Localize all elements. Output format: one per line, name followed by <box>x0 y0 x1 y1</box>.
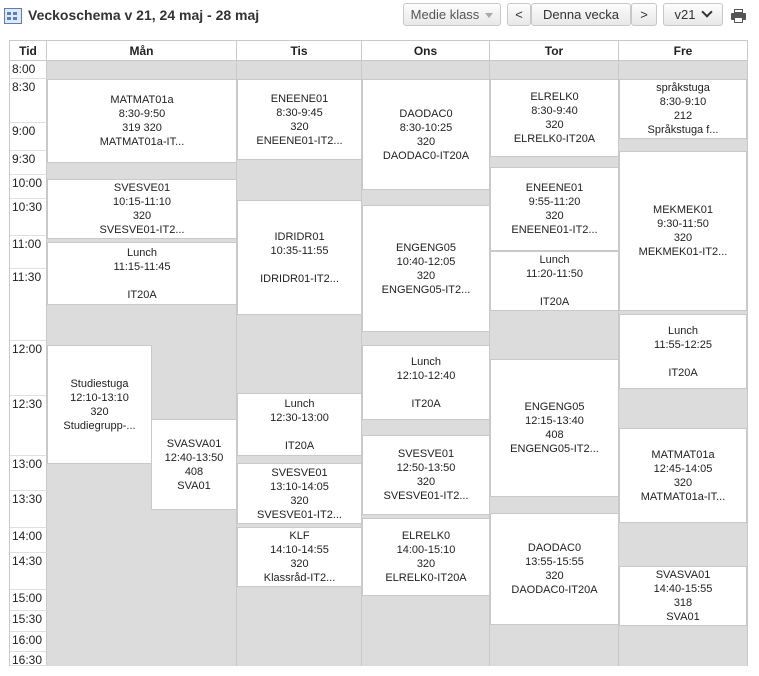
lesson-block[interactable]: Studiestuga 12:10-13:10 320 Studiegrupp-... <box>47 345 152 464</box>
time-label: 13:00 <box>10 456 47 491</box>
lesson-block[interactable]: ENGENG05 10:40-12:05 320 ENGENG05-IT2... <box>362 205 490 332</box>
lesson-block[interactable]: ENEENE01 9:55-11:20 320 ENEENE01-IT2... <box>490 167 619 251</box>
time-label: 16:00 <box>10 632 47 652</box>
time-label: 16:30 <box>10 652 47 667</box>
time-label: 14:00 <box>10 528 47 553</box>
page-title: Veckoschema v 21, 24 maj - 28 maj <box>28 7 260 23</box>
time-label: 12:30 <box>10 396 47 456</box>
class-select[interactable]: Medie klass <box>403 3 501 26</box>
lesson-block[interactable]: MATMAT01a 12:45-14:05 320 MATMAT01a-IT... <box>619 428 747 523</box>
lesson-block[interactable]: KLF 14:10-14:55 320 Klassråd-IT2... <box>237 527 362 587</box>
lesson-block[interactable]: språkstuga 8:30-9:10 212 Språkstuga f... <box>619 79 747 139</box>
time-label: 13:30 <box>10 491 47 528</box>
lesson-block[interactable]: Lunch 12:30-13:00 IT20A <box>237 393 362 456</box>
lesson-block[interactable]: DAODAC0 8:30-10:25 320 DAODAC0-IT20A <box>362 79 490 190</box>
lesson-block[interactable]: MEKMEK01 9:30-11:50 320 MEKMEK01-IT2... <box>619 151 747 311</box>
lesson-block[interactable]: ELRELK0 14:00-15:10 320 ELRELK0-IT20A <box>362 518 490 596</box>
day-column-tue: ENEENE01 8:30-9:45 320 ENEENE01-IT2... IDRI… <box>237 61 362 666</box>
time-label: 15:00 <box>10 590 47 611</box>
week-select[interactable]: v21 <box>663 3 723 26</box>
schedule-grid: Tid Mån Tis Ons Tor Fre 8:00 8:30 9:00 9:30… <box>9 40 748 667</box>
lesson-block[interactable]: ENGENG05 12:15-13:40 408 ENGENG05-IT2... <box>490 359 619 497</box>
time-label: 11:30 <box>10 269 47 341</box>
lesson-block[interactable]: DAODAC0 13:55-15:55 320 DAODAC0-IT20A <box>490 513 619 625</box>
time-label: 15:30 <box>10 611 47 632</box>
time-label: 12:00 <box>10 341 47 396</box>
print-icon[interactable] <box>731 9 746 23</box>
lesson-block[interactable]: Lunch 11:55-12:25 IT20A <box>619 314 747 389</box>
day-column-wed: DAODAC0 8:30-10:25 320 DAODAC0-IT20A ENGENG… <box>362 61 490 666</box>
week-select-label: v21 <box>674 7 696 22</box>
lesson-block[interactable]: Lunch 11:15-11:45 IT20A <box>47 242 237 305</box>
chevron-down-icon <box>701 6 714 18</box>
time-label: 10:00 <box>10 175 47 199</box>
lesson-block[interactable]: MATMAT01a 8:30-9:50 319 320 MATMAT01a-IT... <box>47 79 237 163</box>
class-select-label: Medie klass <box>410 7 480 22</box>
lesson-block[interactable]: ELRELK0 8:30-9:40 320 ELRELK0-IT20A <box>490 79 619 157</box>
lesson-block[interactable]: Lunch 11:20-11:50 IT20A <box>490 251 619 311</box>
day-column-mon: MATMAT01a 8:30-9:50 319 320 MATMAT01a-IT...… <box>47 61 237 666</box>
day-column-fri: språkstuga 8:30-9:10 212 Språkstuga f... ME… <box>619 61 747 666</box>
lesson-block[interactable]: SVASVA01 12:40-13:50 408 SVA01 <box>151 419 237 510</box>
column-header-fri: Fre <box>619 41 747 61</box>
lesson-block[interactable]: SVESVE01 12:50-13:50 320 SVESVE01-IT2... <box>362 435 490 515</box>
lesson-block[interactable]: SVESVE01 10:15-11:10 320 SVESVE01-IT2... <box>47 179 237 239</box>
calendar-icon <box>4 8 22 24</box>
time-label: 11:00 <box>10 236 47 269</box>
lesson-block[interactable]: SVASVA01 14:40-15:55 318 SVA01 <box>619 566 747 626</box>
toolbar: Veckoschema v 21, 24 maj - 28 maj Medie … <box>0 0 759 34</box>
lesson-block[interactable]: SVESVE01 13:10-14:05 320 SVESVE01-IT2... <box>237 463 362 524</box>
time-label: 14:30 <box>10 553 47 590</box>
column-header-time: Tid <box>10 41 47 61</box>
column-header-thu: Tor <box>490 41 619 61</box>
lesson-block[interactable]: IDRIDR01 10:35-11:55 IDRIDR01-IT2... <box>237 200 362 315</box>
prev-week-button[interactable]: < <box>507 3 531 26</box>
chevron-down-icon <box>485 13 494 19</box>
current-week-button[interactable]: Denna vecka <box>531 3 631 26</box>
time-label: 8:30 <box>10 79 47 123</box>
time-label: 8:00 <box>10 61 47 79</box>
time-label: 9:00 <box>10 123 47 151</box>
column-header-tue: Tis <box>237 41 362 61</box>
day-column-thu: ELRELK0 8:30-9:40 320 ELRELK0-IT20A ENEENE0… <box>490 61 619 666</box>
column-header-wed: Ons <box>362 41 490 61</box>
lesson-block[interactable]: ENEENE01 8:30-9:45 320 ENEENE01-IT2... <box>237 79 362 160</box>
next-week-button[interactable]: > <box>631 3 657 26</box>
time-label: 9:30 <box>10 151 47 175</box>
time-label: 10:30 <box>10 199 47 236</box>
lesson-block[interactable]: Lunch 12:10-12:40 IT20A <box>362 345 490 420</box>
column-header-mon: Mån <box>47 41 237 61</box>
